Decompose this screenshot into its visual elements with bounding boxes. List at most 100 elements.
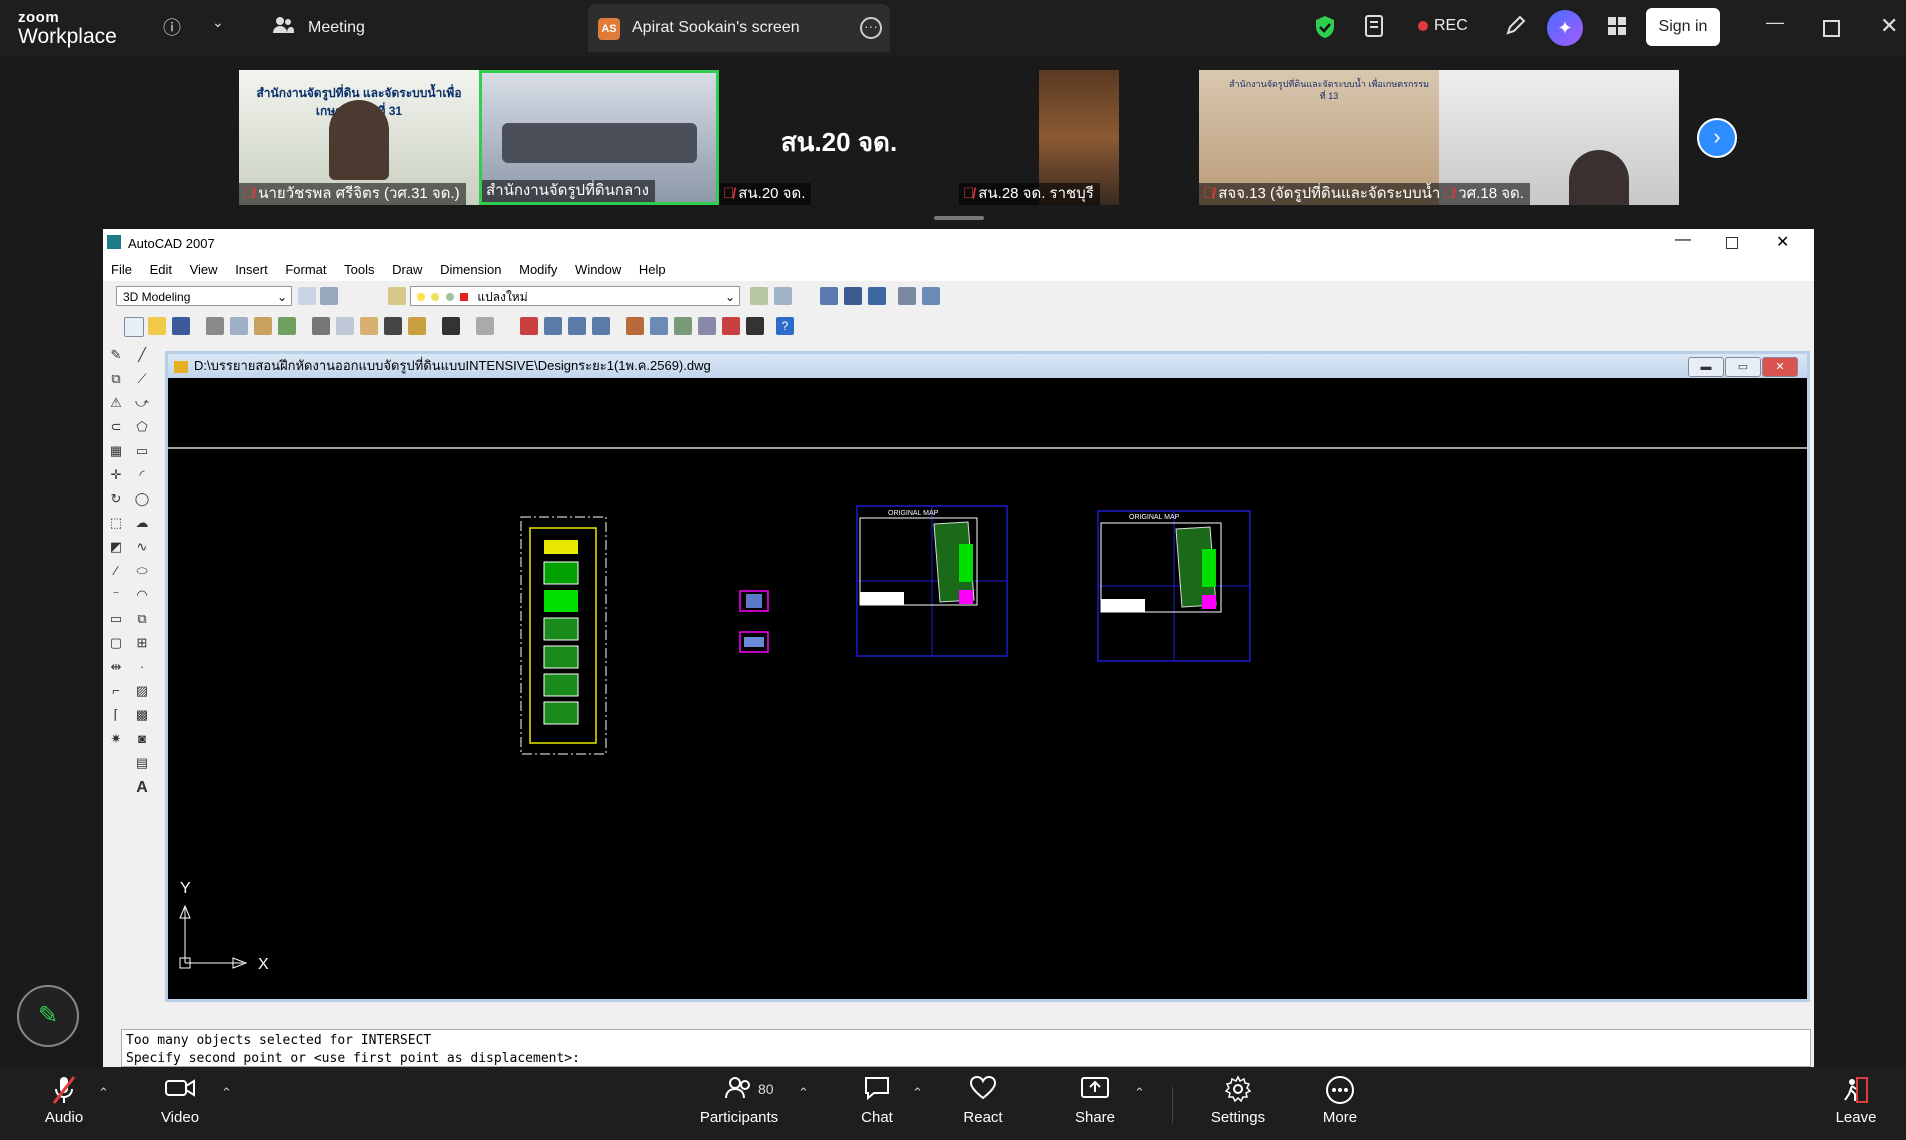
move-icon[interactable]: ✛ <box>107 467 125 485</box>
command-line[interactable]: Too many objects selected for INTERSECT … <box>121 1029 1811 1067</box>
drawing-minimize-button[interactable]: ▬ <box>1688 357 1724 377</box>
insert-block-icon[interactable]: ⧉ <box>133 611 151 629</box>
undo-icon[interactable] <box>442 317 460 335</box>
3d-dwf-icon[interactable] <box>278 317 296 335</box>
zoom-window-icon[interactable] <box>568 317 586 335</box>
menu-tools[interactable]: Tools <box>344 262 374 277</box>
redo-icon[interactable] <box>476 317 494 335</box>
leave-button[interactable]: Leave <box>1811 1075 1901 1126</box>
mleader-style-icon[interactable] <box>898 287 916 305</box>
model-space-canvas[interactable]: ORIGINAL MAP ORIGINAL MAP Y X <box>168 378 1807 999</box>
gallery-resize-handle[interactable] <box>934 216 984 220</box>
copy-object-icon[interactable]: ⧉ <box>107 371 125 389</box>
match-properties-icon[interactable] <box>384 317 402 335</box>
shield-icon[interactable] <box>1314 15 1336 44</box>
make-layer-current-icon[interactable] <box>750 287 768 305</box>
ellipse-icon[interactable]: ⬭ <box>133 563 151 581</box>
video-options-caret[interactable]: ⌃ <box>221 1085 232 1101</box>
chevron-down-icon[interactable]: ⌄ <box>212 14 224 31</box>
scale-icon[interactable]: ⬚ <box>107 515 125 533</box>
calculator-icon[interactable] <box>746 317 764 335</box>
ai-companion-icon[interactable]: ✦ <box>1547 10 1583 46</box>
menu-view[interactable]: View <box>190 262 218 277</box>
workspace-settings-icon[interactable] <box>298 287 316 305</box>
design-center-icon[interactable] <box>650 317 668 335</box>
chat-options-caret[interactable]: ⌃ <box>912 1085 923 1101</box>
zoom-previous-icon[interactable] <box>592 317 610 335</box>
share-options-caret[interactable]: ⌃ <box>1134 1085 1145 1101</box>
stretch-icon[interactable]: ◩ <box>107 539 125 557</box>
sign-in-button[interactable]: Sign in <box>1646 8 1720 46</box>
multiline-text-icon[interactable]: A <box>133 779 151 797</box>
polygon-icon[interactable]: ⬠ <box>133 419 151 437</box>
small-blocks[interactable] <box>739 590 769 653</box>
menu-insert[interactable]: Insert <box>235 262 268 277</box>
extend-icon[interactable]: ⁻ <box>107 587 125 605</box>
menu-help[interactable]: Help <box>639 262 666 277</box>
layer-previous-icon[interactable] <box>774 287 792 305</box>
plot-icon[interactable] <box>206 317 224 335</box>
menu-file[interactable]: File <box>111 262 132 277</box>
drawing-window[interactable]: D:\บรรยายสอนฝึกหัดงานออกแบบจัดรูปที่ดินแ… <box>165 351 1810 1002</box>
open-icon[interactable] <box>148 317 166 335</box>
text-style-icon[interactable] <box>844 287 862 305</box>
circle-icon[interactable]: ◯ <box>133 491 151 509</box>
hatch-icon[interactable]: ▨ <box>133 683 151 701</box>
close-icon[interactable]: ✕ <box>1776 232 1789 252</box>
apps-icon[interactable] <box>1607 16 1627 41</box>
more-icon[interactable]: ··· <box>860 17 882 39</box>
spline-icon[interactable]: ∿ <box>133 539 151 557</box>
settings-button[interactable]: Settings <box>1193 1075 1283 1126</box>
workspace-select[interactable]: 3D Modeling ⌄ <box>116 286 292 306</box>
break-at-point-icon[interactable]: ▢ <box>107 635 125 653</box>
menu-window[interactable]: Window <box>575 262 621 277</box>
copy-icon[interactable] <box>336 317 354 335</box>
help-icon[interactable]: ? <box>776 317 794 335</box>
restore-icon[interactable] <box>1823 20 1840 37</box>
layer-properties-icon[interactable] <box>388 287 406 305</box>
menu-edit[interactable]: Edit <box>150 262 172 277</box>
layout-sheet-vertical[interactable] <box>520 516 607 755</box>
chamfer-icon[interactable]: ⌐ <box>107 683 125 701</box>
properties-icon[interactable] <box>626 317 644 335</box>
break-icon[interactable]: ▭ <box>107 611 125 629</box>
audio-button[interactable]: Audio <box>19 1075 109 1126</box>
video-tile[interactable]: สำนักงานจัดรูปที่ดินและจัดระบบน้ำ เพื่อเ… <box>1199 70 1439 205</box>
markup-icon[interactable] <box>722 317 740 335</box>
rotate-icon[interactable]: ↻ <box>107 491 125 509</box>
video-tile[interactable]: 🎙̸ สน.28 จด. ราชบุรี <box>959 70 1199 205</box>
menu-draw[interactable]: Draw <box>392 262 422 277</box>
sheet-set-icon[interactable] <box>698 317 716 335</box>
ellipse-arc-icon[interactable]: ◠ <box>133 587 151 605</box>
mirror-icon[interactable]: ⚠ <box>107 395 125 413</box>
minimize-icon[interactable]: — <box>1675 231 1691 249</box>
publish-icon[interactable] <box>254 317 272 335</box>
dimension-style-icon[interactable] <box>820 287 838 305</box>
video-tile-active-speaker[interactable]: สำนักงานจัดรูปที่ดินกลาง <box>479 70 719 205</box>
chat-button[interactable]: Chat <box>832 1075 922 1126</box>
erase-icon[interactable]: ✎ <box>107 347 125 365</box>
cut-icon[interactable] <box>312 317 330 335</box>
layer-select[interactable]: แปลงใหม่ ⌄ <box>410 286 740 306</box>
construction-line-icon[interactable]: ⟋ <box>133 371 151 389</box>
notes-icon[interactable] <box>1364 14 1386 43</box>
explode-icon[interactable]: ✷ <box>107 731 125 749</box>
menu-dimension[interactable]: Dimension <box>440 262 501 277</box>
region-icon[interactable]: ◙ <box>133 731 151 749</box>
original-map-1[interactable]: ORIGINAL MAP <box>856 505 1008 657</box>
new-icon[interactable] <box>124 317 144 337</box>
block-editor-icon[interactable] <box>408 317 426 335</box>
pan-icon[interactable] <box>520 317 538 335</box>
make-block-icon[interactable]: ⊞ <box>133 635 151 653</box>
zoom-realtime-icon[interactable] <box>544 317 562 335</box>
gradient-icon[interactable]: ▩ <box>133 707 151 725</box>
plot-preview-icon[interactable] <box>230 317 248 335</box>
tool-palettes-icon[interactable] <box>674 317 692 335</box>
audio-options-caret[interactable]: ⌃ <box>98 1085 109 1101</box>
fillet-icon[interactable]: ⌈ <box>107 707 125 725</box>
table-icon[interactable]: ▤ <box>133 755 151 773</box>
pen-icon[interactable] <box>1505 14 1527 41</box>
gallery-next-button[interactable]: › <box>1697 118 1737 158</box>
arc-icon[interactable]: ◜ <box>133 467 151 485</box>
point-icon[interactable]: · <box>133 659 151 677</box>
